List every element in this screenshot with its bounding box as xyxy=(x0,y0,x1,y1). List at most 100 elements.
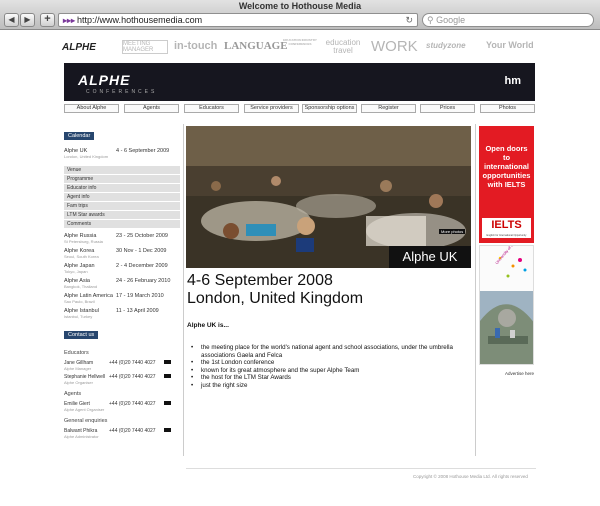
advertise-link[interactable]: Advertise here xyxy=(505,371,534,376)
group-title: Agents xyxy=(64,391,82,397)
brand-logos: ALPHE MEETING MANAGER in-touch LANGUAGE … xyxy=(62,36,538,60)
event-item[interactable]: Alphe Istanbul Istanbul, Turkey 11 - 13 Ap… xyxy=(64,308,182,323)
menu-prices[interactable]: Prices xyxy=(420,104,475,113)
event-location: Bangkok, Thailand xyxy=(64,284,98,289)
contact-row: Balwant Phikra Alphe Administrator +44 (0)… xyxy=(64,428,182,442)
current-event[interactable]: Alphe UK London, United Kingdom 4 - 6 Se… xyxy=(64,148,182,160)
add-bookmark-button[interactable]: + xyxy=(40,13,55,27)
event-item[interactable]: Alphe Latin America Sao Paulo, Brazil 17 -… xyxy=(64,293,182,308)
menu-service-providers[interactable]: Service providers xyxy=(244,104,299,113)
reload-icon[interactable]: ↻ xyxy=(405,14,413,26)
hero-caption: Alphe UK xyxy=(389,246,471,268)
submenu-venue[interactable]: Venue xyxy=(64,166,180,174)
list-item: the 1st London conference xyxy=(187,359,477,367)
url-field[interactable]: ▸▸▸ http://www.hothousemedia.com ↻ xyxy=(58,13,418,27)
menu-photos[interactable]: Photos xyxy=(480,104,535,113)
calendar-tab[interactable]: Calendar xyxy=(64,132,95,140)
event-location: Sao Paulo, Brazil xyxy=(64,299,95,304)
divider-right xyxy=(475,124,476,456)
brand-studyzone[interactable]: studyzone xyxy=(426,41,466,50)
submenu-educator-info[interactable]: Educator info xyxy=(64,184,180,192)
menu-sponsorship-options[interactable]: Sponsorship options xyxy=(302,104,357,113)
event-location: St Petersburg, Russia xyxy=(64,239,103,244)
arts-london-ad[interactable]: University of the Arts London xyxy=(479,245,534,365)
ielts-ad[interactable]: Open doors to international opportunitie… xyxy=(479,126,534,243)
contact-row: Stephanie Hellwell Alphe Organiser +44 (0)… xyxy=(64,374,182,388)
ielts-ad-text: Open doors to international opportunitie… xyxy=(482,144,531,189)
alphe-logo-sub: CONFERENCES xyxy=(86,89,158,95)
divider-left xyxy=(183,124,184,456)
contact-role: Alphe Organiser xyxy=(64,380,93,385)
arts-ad-graphic xyxy=(480,256,533,364)
email-icon[interactable] xyxy=(164,360,171,364)
contact-phone: +44 (0)20 7440 4027 xyxy=(109,374,156,380)
brand-in-touch[interactable]: in-touch xyxy=(174,40,217,52)
event-date: 24 - 26 February 2010 xyxy=(116,278,171,284)
event-location: Istanbul, Turkey xyxy=(64,314,93,319)
brand-work[interactable]: WORK xyxy=(371,38,418,55)
brand-language[interactable]: LANGUAGE xyxy=(224,40,288,52)
event-item[interactable]: Alphe Japan Tokyo, Japan 2 - 4 December 20… xyxy=(64,263,182,278)
more-photos-link[interactable]: More photos xyxy=(439,229,466,234)
contact-phone: +44 (0)20 7440 4027 xyxy=(109,360,156,366)
email-icon[interactable] xyxy=(164,428,171,432)
window-title: Welcome to Hothouse Media xyxy=(238,1,362,11)
ielts-logo-sub: English for International Opportunity xyxy=(486,234,527,237)
menu-agents[interactable]: Agents xyxy=(124,104,179,113)
browser-chrome: Welcome to Hothouse Media ◀ ▶ + ▸▸▸ http:… xyxy=(0,0,600,30)
url-text: http://www.hothousemedia.com xyxy=(77,15,203,25)
event-location-heading: London, United Kingdom xyxy=(187,290,364,307)
menu-register[interactable]: Register xyxy=(361,104,416,113)
forward-button[interactable]: ▶ xyxy=(20,13,35,27)
favicon-icon: ▸▸▸ xyxy=(63,16,76,25)
submenu-ltm-star-awards[interactable]: LTM Star awards xyxy=(64,211,180,219)
search-field[interactable]: ⚲ Google xyxy=(422,13,594,27)
contact-phone: +44 (0)20 7440 4027 xyxy=(109,428,156,434)
contact-tab[interactable]: Contact us xyxy=(64,331,99,339)
ielts-logo: IELTS English for International Opportuni… xyxy=(482,218,531,238)
event-item[interactable]: Alphe Korea Seoul, South Korea 30 Nov - 1 … xyxy=(64,248,182,263)
contact-role: Alphe Agent Organiser xyxy=(64,407,105,412)
copyright: Copyright © 2008 Hothouse Media Ltd. All… xyxy=(413,474,528,479)
contact-phone: +44 (0)20 7440 4027 xyxy=(109,401,156,407)
search-icon: ⚲ xyxy=(427,15,437,25)
list-item: just the right size xyxy=(187,382,477,390)
menu-about-alphe[interactable]: About Alphe xyxy=(64,104,119,113)
brand-eic[interactable]: EDUCATION INDUSTRY CONFERENCES xyxy=(282,38,318,46)
submenu-agent-info[interactable]: Agent info xyxy=(64,193,180,201)
group-title: Educators xyxy=(64,350,89,356)
submenu-fam-trips[interactable]: Fam trips xyxy=(64,202,180,210)
event-date: 4 - 6 September 2009 xyxy=(116,148,170,154)
submenu-comments[interactable]: Comments xyxy=(64,220,180,228)
menu-educators[interactable]: Educators xyxy=(184,104,239,113)
alphe-logo[interactable]: ALPHE xyxy=(78,72,130,88)
event-date: 2 - 4 December 2009 xyxy=(116,263,168,269)
hothouse-mark-icon: hm xyxy=(504,75,522,87)
back-button[interactable]: ◀ xyxy=(4,13,19,27)
list-item: the host for the LTM Star Awards xyxy=(187,374,477,382)
event-item[interactable]: Alphe Russia St Petersburg, Russia 23 - 25… xyxy=(64,233,182,248)
intro-text: Alphe UK is... xyxy=(187,322,229,329)
email-icon[interactable] xyxy=(164,374,171,378)
event-date: 23 - 25 October 2009 xyxy=(116,233,168,239)
event-location: London, United Kingdom xyxy=(64,154,109,159)
contact-row: Jane Gillham Alphe Manager +44 (0)20 7440 … xyxy=(64,360,182,374)
event-location: Tokyo, Japan xyxy=(64,269,88,274)
submenu-programme[interactable]: Programme xyxy=(64,175,180,183)
brand-your-world[interactable]: Your World xyxy=(486,40,534,50)
event-submenu: Venue Programme Educator info Agent info… xyxy=(64,166,182,228)
event-item[interactable]: Alphe Asia Bangkok, Thailand 24 - 26 Febru… xyxy=(64,278,182,293)
event-date: 30 Nov - 1 Dec 2009 xyxy=(116,248,167,254)
brand-alphe[interactable]: ALPHE xyxy=(62,42,96,53)
list-item: known for its great atmosphere and the s… xyxy=(187,367,477,375)
event-location: Seoul, South Korea xyxy=(64,254,99,259)
email-icon[interactable] xyxy=(164,401,171,405)
search-placeholder: Google xyxy=(436,15,466,25)
brand-meeting-manager[interactable]: MEETING MANAGER xyxy=(122,40,168,54)
contact-row: Emilie Giert Alphe Agent Organiser +44 (0)… xyxy=(64,401,182,415)
conference-photo[interactable]: More photos Alphe UK xyxy=(186,126,471,268)
ielts-logo-text: IELTS xyxy=(491,219,522,231)
event-date: 11 - 13 April 2009 xyxy=(116,308,159,314)
contact-role: Alphe Manager xyxy=(64,366,92,371)
brand-education-travel[interactable]: education travel xyxy=(322,39,364,55)
